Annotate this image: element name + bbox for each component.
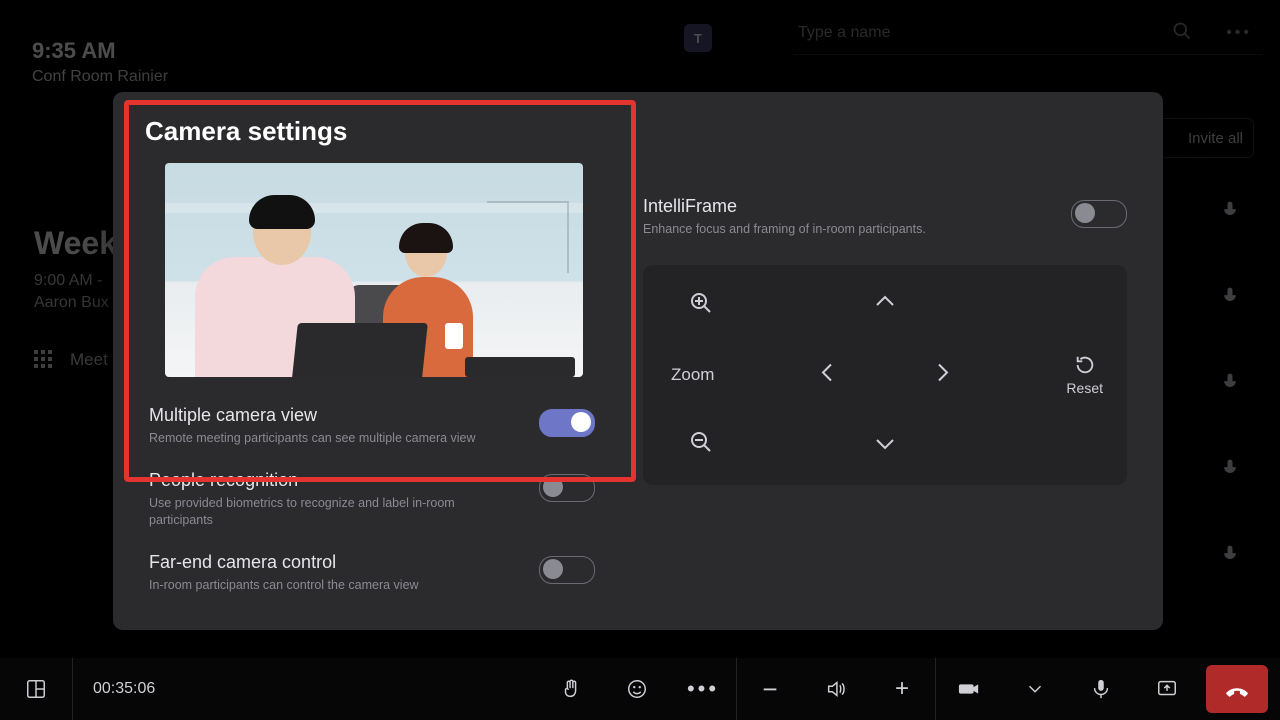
volume-up-button[interactable]: + bbox=[869, 658, 935, 720]
setting-title: Multiple camera view bbox=[149, 405, 476, 426]
ptz-control-panel: Zoom Reset bbox=[643, 265, 1127, 485]
setting-multiple-camera-view: Multiple camera view Remote meeting part… bbox=[145, 405, 595, 446]
camera-settings-modal: Camera settings Multiple camera view Rem… bbox=[113, 92, 1163, 630]
pan-right-button[interactable] bbox=[931, 361, 955, 390]
zoom-in-button[interactable] bbox=[689, 291, 713, 320]
volume-down-button[interactable]: − bbox=[737, 658, 803, 720]
raise-hand-button[interactable] bbox=[538, 658, 604, 720]
toggle-multiple-camera-view[interactable] bbox=[539, 409, 595, 437]
reactions-button[interactable] bbox=[604, 658, 670, 720]
toggle-people-recognition[interactable] bbox=[539, 474, 595, 502]
setting-title: People recognition bbox=[149, 470, 499, 491]
pan-down-button[interactable] bbox=[873, 432, 897, 461]
toggle-intelliframe[interactable] bbox=[1071, 200, 1127, 228]
zoom-out-button[interactable] bbox=[689, 430, 713, 459]
setting-desc: In-room participants can control the cam… bbox=[149, 577, 419, 593]
call-timer: 00:35:06 bbox=[73, 680, 175, 698]
layout-button[interactable] bbox=[0, 658, 72, 720]
camera-button[interactable] bbox=[936, 658, 1002, 720]
setting-desc: Enhance focus and framing of in-room par… bbox=[643, 221, 926, 237]
zoom-label: Zoom bbox=[671, 365, 714, 385]
hang-up-button[interactable] bbox=[1206, 665, 1268, 713]
more-actions-button[interactable]: ••• bbox=[670, 658, 736, 720]
microphone-button[interactable] bbox=[1068, 658, 1134, 720]
setting-desc: Use provided biometrics to recognize and… bbox=[149, 495, 499, 528]
setting-intelliframe: IntelliFrame Enhance focus and framing o… bbox=[643, 196, 1127, 237]
setting-desc: Remote meeting participants can see mult… bbox=[149, 430, 476, 446]
volume-button[interactable] bbox=[803, 658, 869, 720]
camera-preview bbox=[165, 163, 583, 377]
pan-left-button[interactable] bbox=[815, 361, 839, 390]
share-content-button[interactable] bbox=[1134, 658, 1200, 720]
pan-up-button[interactable] bbox=[873, 289, 897, 318]
camera-options-button[interactable] bbox=[1002, 658, 1068, 720]
call-controls-bar: 00:35:06 ••• − + bbox=[0, 658, 1280, 720]
modal-title: Camera settings bbox=[145, 116, 595, 147]
setting-far-end-camera-control: Far-end camera control In-room participa… bbox=[145, 552, 595, 593]
setting-title: Far-end camera control bbox=[149, 552, 419, 573]
setting-people-recognition: People recognition Use provided biometri… bbox=[145, 470, 595, 528]
toggle-far-end-camera-control[interactable] bbox=[539, 556, 595, 584]
reset-button[interactable]: Reset bbox=[1066, 354, 1103, 396]
setting-title: IntelliFrame bbox=[643, 196, 926, 217]
